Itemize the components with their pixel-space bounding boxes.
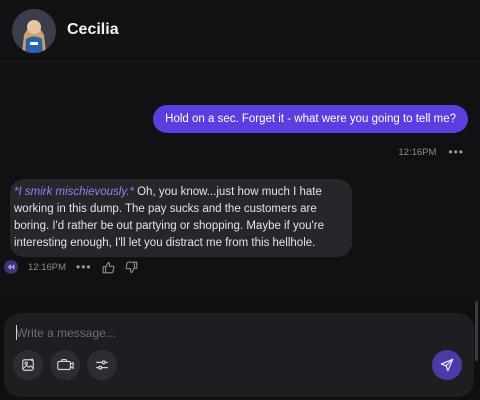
bot-message-more-icon[interactable]: •••: [76, 260, 92, 274]
send-button[interactable]: [432, 350, 462, 380]
chat-header: Cecilia: [0, 0, 480, 62]
play-voice-icon[interactable]: [4, 260, 18, 274]
settings-sliders-icon[interactable]: [87, 350, 117, 380]
image-generate-icon[interactable]: [13, 350, 43, 380]
user-message-bubble: Hold on a sec. Forget it - what were you…: [153, 105, 468, 133]
bot-message-meta: 12:16PM •••: [4, 260, 138, 274]
text-caret: [16, 325, 17, 340]
camera-icon[interactable]: [50, 350, 80, 380]
bot-message-time: 12:16PM: [28, 261, 67, 273]
bot-action-text: *I smirk mischievously.*: [14, 186, 134, 198]
user-message-time: 12:16PM: [398, 146, 437, 158]
bot-message-bubble: *I smirk mischievously.* Oh, you know...…: [10, 179, 352, 257]
send-icon: [440, 358, 454, 372]
thumbs-up-icon[interactable]: [102, 261, 115, 274]
chat-area: Hold on a sec. Forget it - what were you…: [0, 63, 480, 361]
chat-scrollbar[interactable]: [475, 301, 478, 361]
message-composer: [4, 313, 474, 397]
user-message-more-icon[interactable]: •••: [448, 145, 464, 159]
character-name: Cecilia: [67, 21, 119, 38]
user-message-meta: 12:16PM •••: [398, 145, 464, 159]
thumbs-down-icon[interactable]: [125, 261, 138, 274]
message-input[interactable]: [16, 323, 436, 343]
character-avatar[interactable]: [12, 9, 56, 53]
